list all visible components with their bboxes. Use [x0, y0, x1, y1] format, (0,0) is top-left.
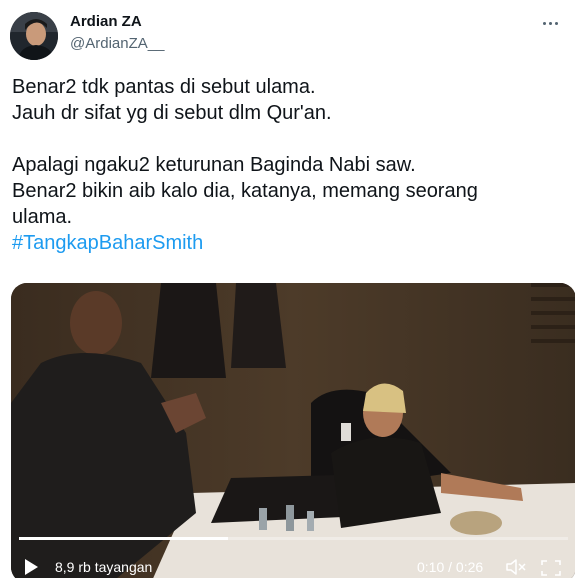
progress-fill [19, 537, 228, 540]
progress-bar[interactable] [19, 537, 568, 540]
tweet-line: ulama. [12, 206, 73, 228]
view-count: 8,9 rb tayangan [55, 559, 153, 575]
tweet-line: Benar2 bikin aib kalo dia, katanya, mema… [12, 180, 478, 202]
video-frame [11, 283, 575, 578]
tweet-line: Apalagi ngaku2 keturunan Baginda Nabi sa… [12, 154, 416, 176]
hashtag-link[interactable]: #TangkapBaharSmith [12, 230, 567, 256]
volume-muted-icon[interactable] [505, 558, 527, 576]
video-time: 0:10 / 0:26 [417, 559, 484, 575]
author-handle[interactable]: @ArdianZA__ [70, 35, 164, 52]
avatar[interactable] [10, 12, 58, 60]
more-options-icon[interactable] [539, 12, 561, 34]
author-name[interactable]: Ardian ZA [70, 13, 142, 30]
tweet-text: Benar2 tdk pantas di sebut ulama. Jauh d… [12, 74, 567, 256]
play-icon[interactable] [25, 559, 38, 575]
fullscreen-icon[interactable] [541, 560, 561, 576]
tweet-line: Benar2 tdk pantas di sebut ulama. [12, 76, 316, 98]
video-player[interactable]: 8,9 rb tayangan 0:10 / 0:26 [11, 283, 575, 578]
avatar-image [10, 12, 58, 60]
tweet-line: Jauh dr sifat yg di sebut dlm Qur'an. [12, 102, 332, 124]
